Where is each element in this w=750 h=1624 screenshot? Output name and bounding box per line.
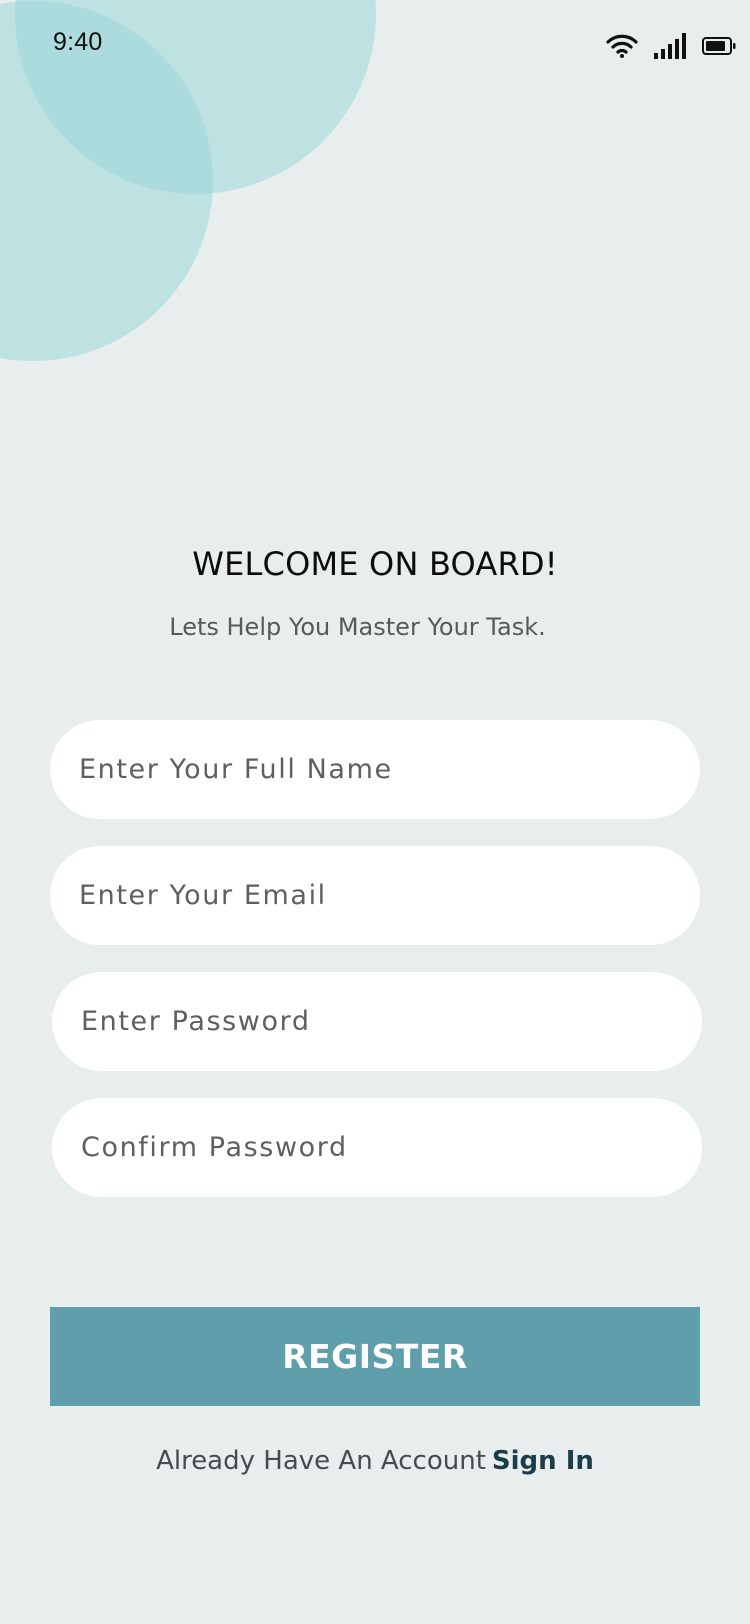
status-icons bbox=[606, 30, 736, 62]
status-bar: 9:40 bbox=[0, 0, 750, 90]
email-input[interactable] bbox=[77, 879, 700, 912]
register-screen: 9:40 WELCOME ON BOARD! Lets Help You Mas… bbox=[0, 0, 750, 1624]
confirm-password-field[interactable] bbox=[52, 1098, 702, 1197]
confirm-password-input[interactable] bbox=[79, 1131, 702, 1164]
wifi-icon bbox=[606, 34, 638, 58]
signin-prompt-row: Already Have An Account Sign In bbox=[0, 1446, 750, 1476]
signin-prompt-text: Already Have An Account bbox=[156, 1446, 486, 1476]
email-field[interactable] bbox=[50, 846, 700, 945]
page-subtitle: Lets Help You Master Your Task. bbox=[169, 613, 546, 641]
status-time: 9:40 bbox=[53, 28, 103, 56]
password-field[interactable] bbox=[52, 972, 702, 1071]
register-button[interactable]: REGISTER bbox=[50, 1307, 700, 1406]
battery-icon bbox=[702, 37, 736, 55]
full-name-input[interactable] bbox=[77, 753, 700, 786]
full-name-field[interactable] bbox=[50, 720, 700, 819]
sign-in-link[interactable]: Sign In bbox=[492, 1446, 594, 1476]
password-input[interactable] bbox=[79, 1005, 702, 1038]
page-title: WELCOME ON BOARD! bbox=[192, 545, 558, 583]
cellular-signal-icon bbox=[654, 33, 686, 59]
